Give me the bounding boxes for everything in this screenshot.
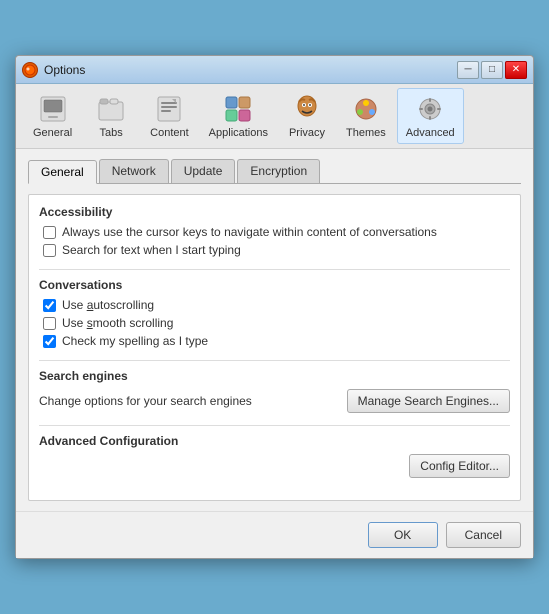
content-icon: [153, 93, 185, 125]
applications-icon: [222, 93, 254, 125]
smooth-scrolling-checkbox[interactable]: [43, 317, 56, 330]
privacy-icon: [291, 93, 323, 125]
window-title: Options: [44, 63, 85, 77]
tab-bar: General Network Update Encryption: [28, 159, 521, 184]
toolbar-label-content: Content: [150, 127, 189, 139]
toolbar-item-tabs[interactable]: Tabs: [83, 88, 139, 144]
toolbar-item-privacy[interactable]: Privacy: [279, 88, 335, 144]
general-icon: [37, 93, 69, 125]
toolbar-label-general: General: [33, 127, 72, 139]
divider-2: [39, 360, 510, 361]
ok-button[interactable]: OK: [368, 522, 438, 548]
cursor-keys-label: Always use the cursor keys to navigate w…: [62, 225, 437, 239]
advanced-config-title: Advanced Configuration: [39, 434, 510, 448]
toolbar: General Tabs Con: [16, 84, 533, 149]
accessibility-section: Accessibility Always use the cursor keys…: [39, 205, 510, 257]
close-button[interactable]: ✕: [505, 61, 527, 79]
search-engines-title: Search engines: [39, 369, 510, 383]
autoscrolling-checkbox[interactable]: [43, 299, 56, 312]
manage-search-engines-button[interactable]: Manage Search Engines...: [347, 389, 510, 413]
checkbox-cursor-keys: Always use the cursor keys to navigate w…: [39, 225, 510, 239]
advanced-config-btn-row: Config Editor...: [39, 454, 510, 478]
checkbox-search-typing: Search for text when I start typing: [39, 243, 510, 257]
search-engines-description: Change options for your search engines: [39, 394, 252, 408]
title-bar-left: Options: [22, 62, 85, 78]
spell-check-label: Check my spelling as I type: [62, 334, 208, 348]
content-area: General Network Update Encryption Access…: [16, 149, 533, 511]
divider-1: [39, 269, 510, 270]
advanced-icon: [414, 93, 446, 125]
options-window: Options ─ □ ✕ General: [15, 55, 534, 559]
conversations-title: Conversations: [39, 278, 510, 292]
checkbox-smooth-scrolling: Use smooth scrolling: [39, 316, 510, 330]
tabs-icon: [95, 93, 127, 125]
accessibility-title: Accessibility: [39, 205, 510, 219]
search-typing-label: Search for text when I start typing: [62, 243, 241, 257]
toolbar-item-general[interactable]: General: [24, 88, 81, 144]
checkbox-spell-check: Check my spelling as I type: [39, 334, 510, 348]
toolbar-item-content[interactable]: Content: [141, 88, 198, 144]
settings-panel: Accessibility Always use the cursor keys…: [28, 194, 521, 501]
search-engines-row: Change options for your search engines M…: [39, 389, 510, 413]
search-engines-section: Search engines Change options for your s…: [39, 369, 510, 413]
search-typing-checkbox[interactable]: [43, 244, 56, 257]
window-icon: [22, 62, 38, 78]
toolbar-item-applications[interactable]: Applications: [200, 88, 277, 144]
cancel-button[interactable]: Cancel: [446, 522, 521, 548]
toolbar-label-themes: Themes: [346, 127, 386, 139]
spell-check-checkbox[interactable]: [43, 335, 56, 348]
tab-encryption[interactable]: Encryption: [237, 159, 320, 183]
cursor-keys-checkbox[interactable]: [43, 226, 56, 239]
minimize-button[interactable]: ─: [457, 61, 479, 79]
tab-update[interactable]: Update: [171, 159, 236, 183]
toolbar-label-privacy: Privacy: [289, 127, 325, 139]
autoscrolling-label: Use autoscrolling: [62, 298, 154, 312]
toolbar-item-advanced[interactable]: Advanced: [397, 88, 464, 144]
themes-icon: [350, 93, 382, 125]
conversations-section: Conversations Use autoscrolling Use smoo…: [39, 278, 510, 348]
title-buttons: ─ □ ✕: [457, 61, 527, 79]
toolbar-item-themes[interactable]: Themes: [337, 88, 395, 144]
toolbar-label-advanced: Advanced: [406, 127, 455, 139]
tab-network[interactable]: Network: [99, 159, 169, 183]
divider-3: [39, 425, 510, 426]
tab-general[interactable]: General: [28, 160, 97, 184]
smooth-scrolling-label: Use smooth scrolling: [62, 316, 173, 330]
footer: OK Cancel: [16, 511, 533, 558]
config-editor-button[interactable]: Config Editor...: [409, 454, 510, 478]
toolbar-label-tabs: Tabs: [100, 127, 123, 139]
toolbar-label-applications: Applications: [209, 127, 268, 139]
checkbox-autoscrolling: Use autoscrolling: [39, 298, 510, 312]
maximize-button[interactable]: □: [481, 61, 503, 79]
title-bar: Options ─ □ ✕: [16, 56, 533, 84]
advanced-config-section: Advanced Configuration Config Editor...: [39, 434, 510, 478]
